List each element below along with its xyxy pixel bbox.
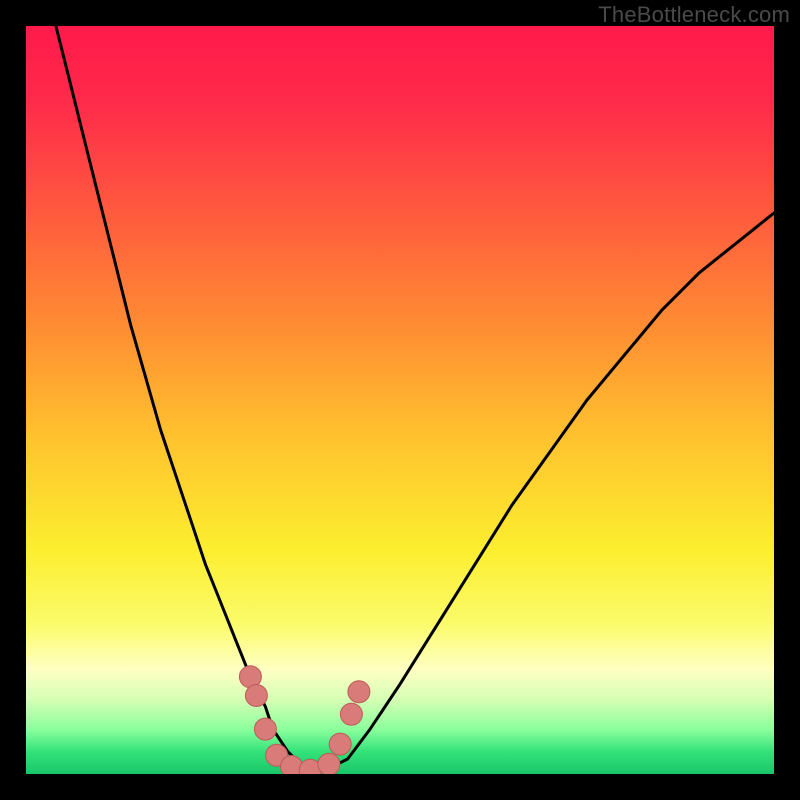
data-marker [329,733,351,755]
heat-background [26,26,774,774]
bottleneck-chart [26,26,774,774]
watermark-text: TheBottleneck.com [598,2,790,28]
data-marker [318,753,340,774]
data-marker [245,685,267,707]
plot-area [26,26,774,774]
data-marker [348,681,370,703]
data-marker [340,703,362,725]
data-marker [254,718,276,740]
chart-frame: TheBottleneck.com [0,0,800,800]
